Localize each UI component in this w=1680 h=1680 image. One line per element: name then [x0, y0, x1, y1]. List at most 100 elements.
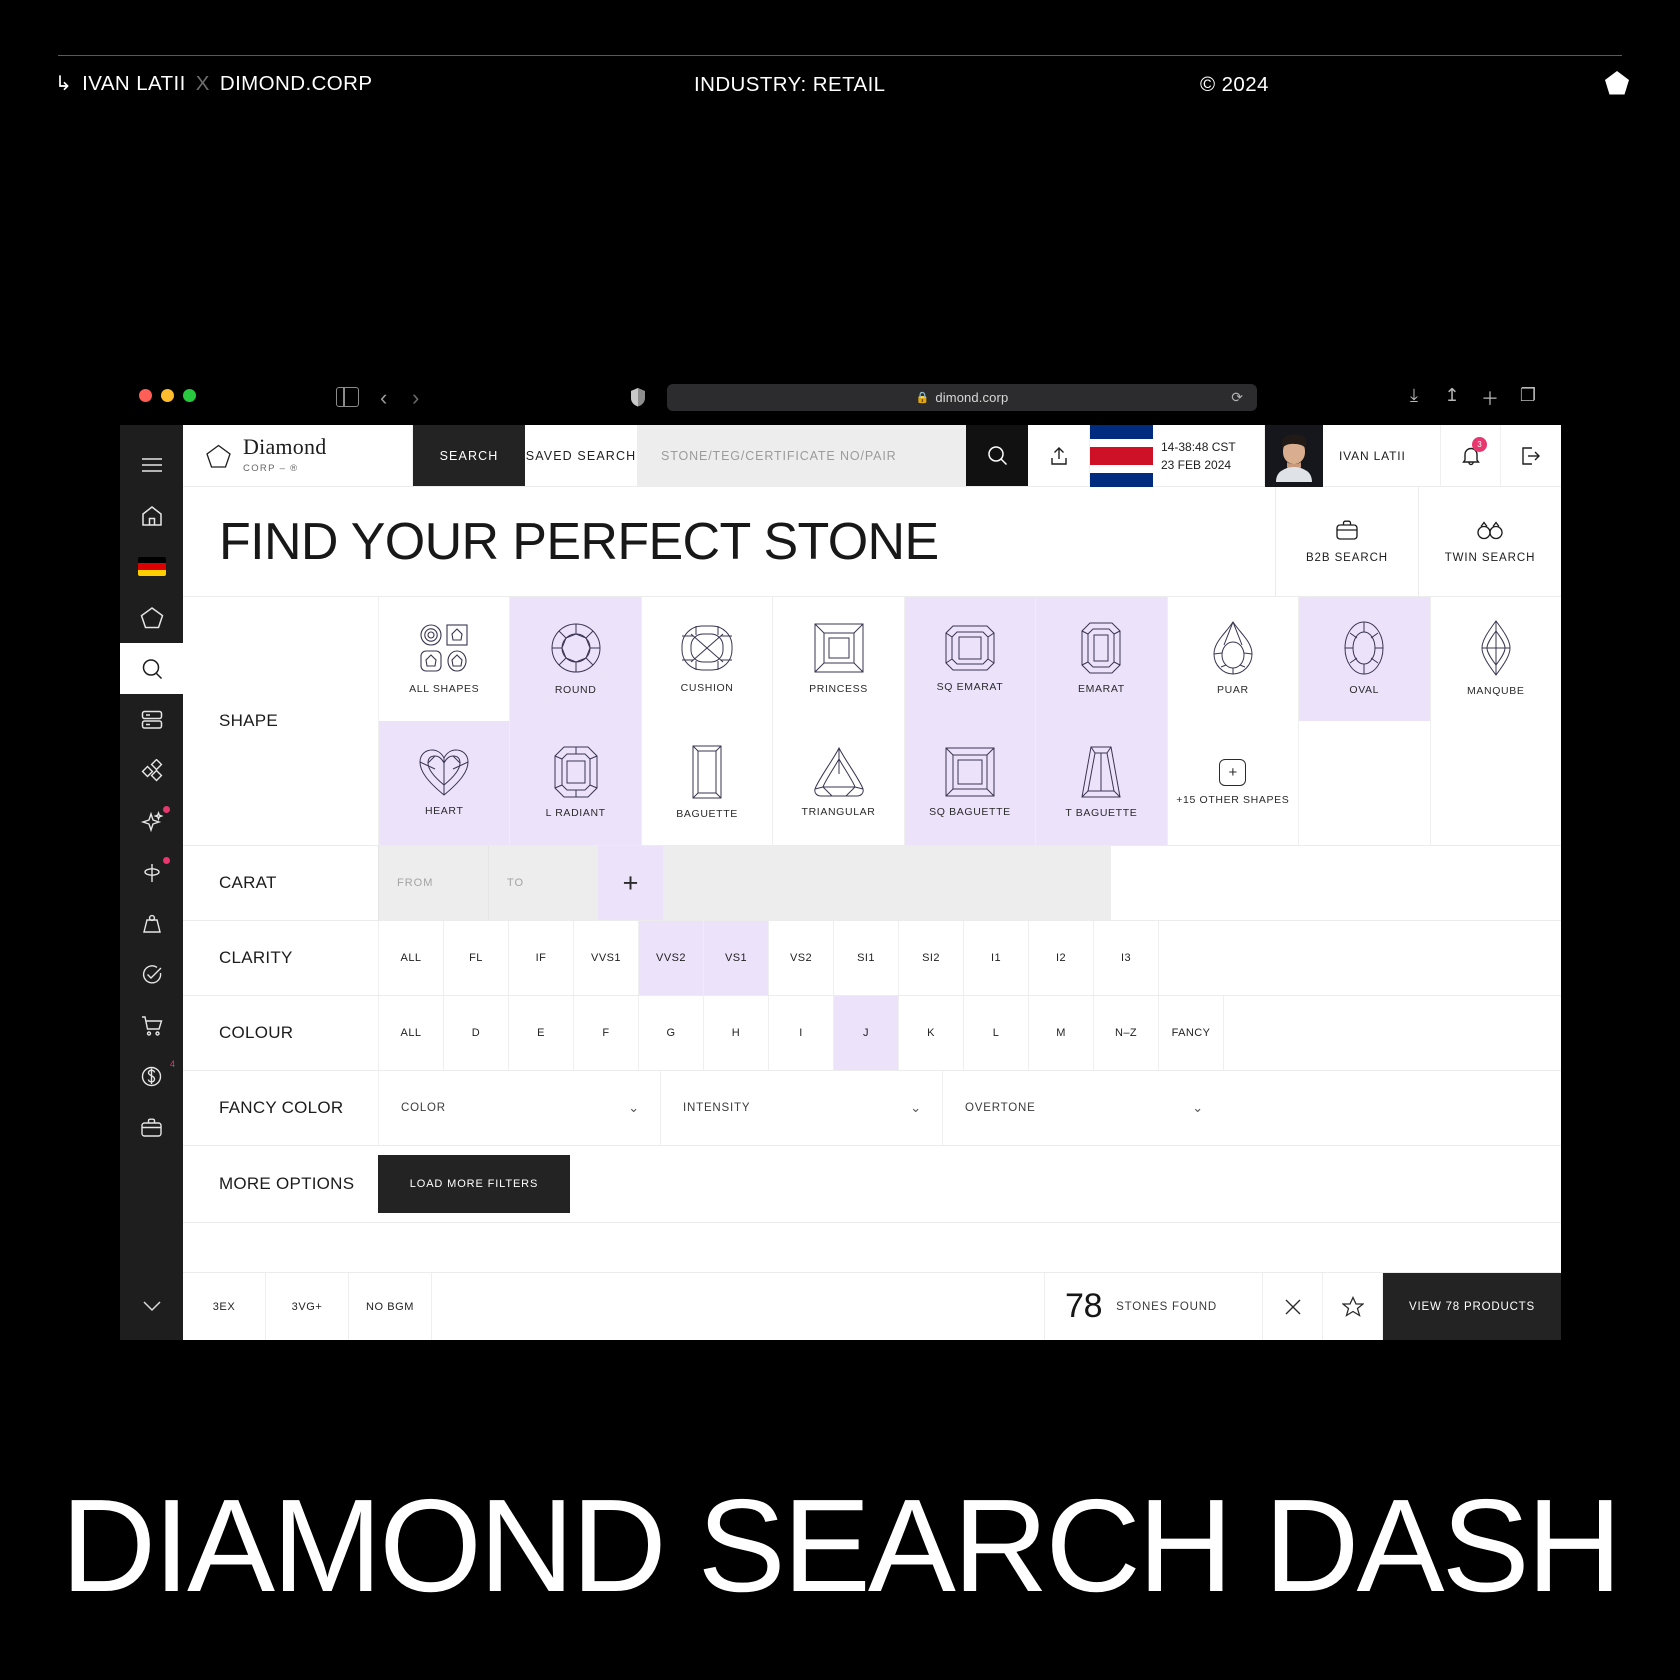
footer-chip-3vg[interactable]: 3VG+ — [266, 1273, 349, 1340]
clarity-label: CLARITY — [219, 948, 293, 967]
fancy-color-select[interactable]: COLOR ⌄ — [378, 1071, 660, 1145]
sidebar-toggle-icon[interactable] — [336, 387, 359, 407]
colour-chip[interactable]: J — [833, 996, 898, 1070]
colour-chip[interactable]: K — [898, 996, 963, 1070]
maximize-window-button[interactable] — [183, 389, 196, 402]
shape-emarat[interactable]: EMARAT — [1035, 597, 1167, 721]
minimize-window-button[interactable] — [161, 389, 174, 402]
shape-more-shapes[interactable]: + +15 OTHER SHAPES — [1166, 721, 1298, 845]
sidebar-item-language[interactable] — [120, 541, 183, 592]
shape-princess[interactable]: PRINCESS — [772, 597, 903, 721]
back-button[interactable]: ‹ — [380, 385, 387, 411]
twin-search-button[interactable]: TWIN SEARCH — [1418, 487, 1561, 596]
shape-round[interactable]: ROUND — [509, 597, 641, 721]
search-submit-button[interactable] — [966, 425, 1028, 486]
clarity-chip[interactable]: VS2 — [768, 921, 833, 995]
save-search-button[interactable] — [1323, 1273, 1383, 1340]
tab-saved-search[interactable]: SAVED SEARCH — [525, 425, 637, 486]
clarity-chip[interactable]: VVS2 — [638, 921, 703, 995]
sidebar-collapse-button[interactable] — [120, 1272, 183, 1340]
shape-pear[interactable]: PUAR — [1166, 597, 1298, 721]
colour-chip[interactable]: E — [508, 996, 573, 1070]
shape-cushion[interactable]: CUSHION — [640, 597, 772, 721]
notifications-button[interactable]: 3 — [1441, 425, 1501, 486]
colour-chip[interactable]: G — [638, 996, 703, 1070]
b2b-search-button[interactable]: B2B SEARCH — [1275, 487, 1418, 596]
sidebar-item-cart[interactable] — [120, 1000, 183, 1051]
sidebar-item-pentagon[interactable] — [120, 592, 183, 643]
colour-chip[interactable]: L — [963, 996, 1028, 1070]
colour-chip[interactable]: M — [1028, 996, 1093, 1070]
forward-button[interactable]: › — [412, 385, 419, 411]
briefcase-icon — [1336, 520, 1358, 540]
shape-baguette[interactable]: BAGUETTE — [640, 721, 772, 845]
brand-logo[interactable]: Diamond CORP – ® — [183, 425, 413, 486]
browser-right-tools[interactable]: ⤓ ↥ ＋ ❐ — [1395, 385, 1547, 411]
sidebar-item-location[interactable] — [120, 847, 183, 898]
clear-filters-button[interactable] — [1263, 1273, 1323, 1340]
reload-icon[interactable]: ⟳ — [1231, 389, 1243, 406]
sidebar-item-weight[interactable] — [120, 898, 183, 949]
clarity-chip[interactable]: SI1 — [833, 921, 898, 995]
sidebar-item-sparkle[interactable] — [120, 796, 183, 847]
shape-manqube[interactable]: MANQUBE — [1429, 597, 1561, 721]
sidebar-item-approved[interactable] — [120, 949, 183, 1000]
footer-chip-3ex[interactable]: 3EX — [183, 1273, 266, 1340]
tab-overview-icon[interactable]: ❐ — [1509, 385, 1547, 411]
shape-sq-baguette[interactable]: SQ BAGUETTE — [903, 721, 1036, 845]
sidebar-item-search[interactable] — [120, 643, 183, 694]
app-viewport: 4 Diamond CORP – ® SEARCH SAVED SEARCH S… — [120, 425, 1561, 1340]
load-more-filters-button[interactable]: LOAD MORE FILTERS — [378, 1155, 570, 1213]
clarity-chip[interactable]: ALL — [378, 921, 443, 995]
shape-label-text: SQ BAGUETTE — [929, 806, 1011, 819]
clarity-chip[interactable]: IF — [508, 921, 573, 995]
shape-heart[interactable]: HEART — [378, 721, 510, 845]
colour-chip[interactable]: I — [768, 996, 833, 1070]
carat-add-button[interactable]: + — [598, 846, 663, 920]
shape-sq-emarat[interactable]: SQ EMARAT — [903, 597, 1036, 721]
sidebar-item-finance[interactable]: 4 — [120, 1051, 183, 1102]
shield-icon[interactable] — [630, 387, 646, 407]
avatar[interactable] — [1265, 425, 1323, 487]
window-controls[interactable] — [139, 389, 196, 402]
shape-all-shapes[interactable]: ALL SHAPES — [378, 597, 509, 721]
shape-l-radiant[interactable]: L RADIANT — [509, 721, 641, 845]
fancy-overtone-select[interactable]: OVERTONE ⌄ — [942, 1071, 1224, 1145]
upload-button[interactable] — [1028, 425, 1090, 486]
download-icon[interactable]: ⤓ — [1395, 385, 1433, 411]
footer-chip-no-bgm[interactable]: NO BGM — [349, 1273, 432, 1340]
sidebar-item-inventory[interactable] — [120, 694, 183, 745]
shape-triangular[interactable]: TRIANGULAR — [772, 721, 903, 845]
sidebar-item-briefcase[interactable] — [120, 1102, 183, 1153]
logout-button[interactable] — [1501, 425, 1561, 486]
share-icon[interactable]: ↥ — [1433, 385, 1471, 411]
clarity-chip[interactable]: FL — [443, 921, 508, 995]
colour-chip[interactable]: F — [573, 996, 638, 1070]
clarity-chip[interactable]: I3 — [1093, 921, 1158, 995]
clarity-chip[interactable]: VVS1 — [573, 921, 638, 995]
stone-search-input[interactable]: STONE/TEG/CERTIFICATE NO/PAIR — [637, 425, 966, 486]
clarity-chip[interactable]: VS1 — [703, 921, 768, 995]
carat-from-input[interactable]: FROM — [378, 846, 488, 920]
colour-chip[interactable]: N–Z — [1093, 996, 1158, 1070]
shape-oval[interactable]: OVAL — [1298, 597, 1430, 721]
clarity-chip[interactable]: SI2 — [898, 921, 963, 995]
tab-search[interactable]: SEARCH — [413, 425, 525, 486]
colour-chip[interactable]: FANCY — [1158, 996, 1223, 1070]
clarity-chip[interactable]: I1 — [963, 921, 1028, 995]
address-bar[interactable]: 🔒 dimond.corp ⟳ — [667, 384, 1257, 411]
sidebar-item-menu[interactable] — [120, 439, 183, 490]
sidebar-item-diamonds[interactable] — [120, 745, 183, 796]
close-window-button[interactable] — [139, 389, 152, 402]
new-tab-icon[interactable]: ＋ — [1471, 385, 1509, 411]
carat-to-input[interactable]: TO — [488, 846, 598, 920]
user-name[interactable]: IVAN LATII — [1323, 425, 1441, 486]
shape-t-baguette[interactable]: T BAGUETTE — [1035, 721, 1167, 845]
colour-chip[interactable]: ALL — [378, 996, 443, 1070]
clarity-chip[interactable]: I2 — [1028, 921, 1093, 995]
fancy-intensity-select[interactable]: INTENSITY ⌄ — [660, 1071, 942, 1145]
view-products-button[interactable]: VIEW 78 PRODUCTS — [1383, 1273, 1561, 1340]
sidebar-item-home[interactable] — [120, 490, 183, 541]
colour-chip[interactable]: H — [703, 996, 768, 1070]
colour-chip[interactable]: D — [443, 996, 508, 1070]
